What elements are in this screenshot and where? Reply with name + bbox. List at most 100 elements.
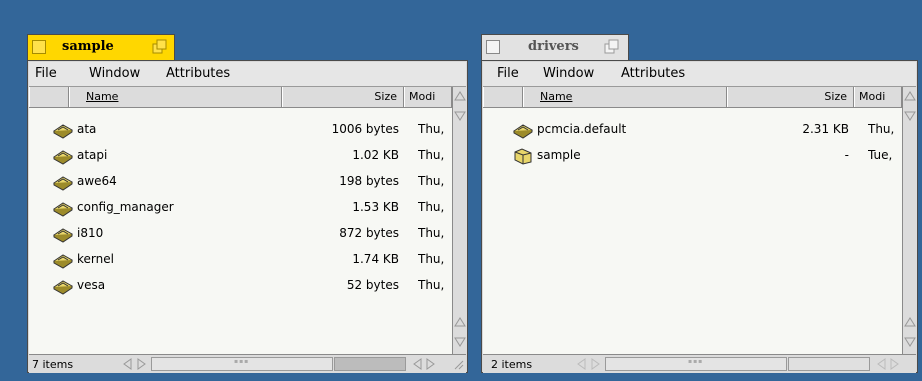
column-modified[interactable]: Modi <box>404 87 452 107</box>
file-size: 198 bytes <box>339 174 399 188</box>
file-name: pcmcia.default <box>537 122 627 136</box>
column-size[interactable]: Size <box>727 87 854 107</box>
scroll-down-icon[interactable] <box>453 335 467 349</box>
column-modified[interactable]: Modi <box>854 87 902 107</box>
scroll-down-icon[interactable] <box>903 335 917 349</box>
file-modified: Thu, <box>418 278 445 292</box>
list-item[interactable]: pcmcia.default 2.31 KB Thu, <box>483 118 902 142</box>
scroll-down-icon[interactable] <box>903 109 917 123</box>
list-item[interactable]: awe64 198 bytes Thu, <box>29 170 452 194</box>
column-name[interactable]: Name <box>523 87 727 107</box>
file-size: 52 bytes <box>346 278 399 292</box>
scroll-right-icon[interactable] <box>136 357 148 371</box>
driver-file-icon <box>53 228 73 243</box>
scroll-down-icon[interactable] <box>453 109 467 123</box>
column-header: Name Size Modi <box>483 87 902 108</box>
column-spacer <box>29 87 69 107</box>
window-tab-drivers[interactable]: drivers <box>481 34 629 60</box>
resize-grip-icon[interactable] <box>452 358 464 370</box>
grip-dots-icon: ▪▪▪ <box>234 358 250 365</box>
item-count: 7 items <box>32 358 74 371</box>
file-name: sample <box>537 148 581 162</box>
menu-bar: File Window Attributes <box>29 62 466 87</box>
menu-attributes[interactable]: Attributes <box>621 66 685 81</box>
file-modified: Tue, <box>868 148 893 162</box>
menu-file[interactable]: File <box>35 66 57 81</box>
driver-file-icon <box>53 254 73 269</box>
menu-window[interactable]: Window <box>543 66 594 81</box>
scroll-left-icon[interactable] <box>411 357 423 371</box>
file-modified: Thu, <box>418 252 445 266</box>
file-modified: Thu, <box>868 122 895 136</box>
file-list: ata 1006 bytes Thu, atapi 1.02 KB Thu, a… <box>29 108 452 354</box>
column-spacer <box>483 87 523 107</box>
file-name: awe64 <box>77 174 117 188</box>
list-item[interactable]: config_manager 1.53 KB Thu, <box>29 196 452 220</box>
file-name: i810 <box>77 226 104 240</box>
file-modified: Thu, <box>418 122 445 136</box>
file-modified: Thu, <box>418 226 445 240</box>
scroll-right-icon[interactable] <box>889 357 901 371</box>
status-bar: 2 items ▪▪▪ <box>483 354 916 373</box>
scroll-up-icon[interactable] <box>903 315 917 329</box>
file-name: ata <box>77 122 97 136</box>
item-count: 2 items <box>491 358 533 371</box>
list-item[interactable]: ata 1006 bytes Thu, <box>29 118 452 142</box>
file-size: 872 bytes <box>339 226 399 240</box>
scroll-right-icon[interactable] <box>590 357 602 371</box>
list-item[interactable]: atapi 1.02 KB Thu, <box>29 144 452 168</box>
scroll-up-icon[interactable] <box>903 89 917 103</box>
scroll-up-icon[interactable] <box>453 315 467 329</box>
menu-bar: File Window Attributes <box>483 62 916 87</box>
file-name: atapi <box>77 148 108 162</box>
file-window-drivers: File Window Attributes Name Size Modi pc… <box>481 60 918 373</box>
window-title: sample <box>62 39 114 54</box>
window-tab-sample[interactable]: sample <box>27 34 175 60</box>
file-list: pcmcia.default 2.31 KB Thu, sample - Tue… <box>483 108 902 354</box>
list-item[interactable]: vesa 52 bytes Thu, <box>29 274 452 298</box>
zoom-icon[interactable] <box>152 39 168 55</box>
file-size: 1.53 KB <box>352 200 399 214</box>
file-name: config_manager <box>77 200 174 214</box>
file-size: 1006 bytes <box>331 122 399 136</box>
file-size: - <box>844 148 849 162</box>
zoom-icon[interactable] <box>604 39 620 55</box>
file-size: 2.31 KB <box>802 122 849 136</box>
driver-file-icon <box>513 124 533 139</box>
file-modified: Thu, <box>418 174 445 188</box>
driver-file-icon <box>53 176 73 191</box>
scroll-left-icon[interactable] <box>121 357 133 371</box>
menu-file[interactable]: File <box>497 66 519 81</box>
grip-dots-icon: ▪▪▪ <box>688 358 704 365</box>
scroll-right-icon[interactable] <box>425 357 437 371</box>
file-modified: Thu, <box>418 200 445 214</box>
file-window-sample: File Window Attributes Name Size Modi at… <box>27 60 468 373</box>
scroll-left-icon[interactable] <box>875 357 887 371</box>
file-size: 1.02 KB <box>352 148 399 162</box>
driver-file-icon <box>53 202 73 217</box>
list-item[interactable]: i810 872 bytes Thu, <box>29 222 452 246</box>
driver-file-icon <box>53 124 73 139</box>
close-box[interactable] <box>486 40 500 54</box>
close-box[interactable] <box>32 40 46 54</box>
menu-window[interactable]: Window <box>89 66 140 81</box>
scroll-up-icon[interactable] <box>453 89 467 103</box>
file-modified: Thu, <box>418 148 445 162</box>
horizontal-scroll-track[interactable] <box>788 357 870 371</box>
column-size[interactable]: Size <box>282 87 404 107</box>
window-title: drivers <box>528 39 579 54</box>
driver-file-icon <box>53 150 73 165</box>
file-name: kernel <box>77 252 114 266</box>
list-item[interactable]: kernel 1.74 KB Thu, <box>29 248 452 272</box>
vertical-scrollbar[interactable] <box>452 87 467 354</box>
menu-attributes[interactable]: Attributes <box>166 66 230 81</box>
file-name: vesa <box>77 278 106 292</box>
driver-file-icon <box>53 280 73 295</box>
scroll-left-icon[interactable] <box>575 357 587 371</box>
vertical-scrollbar[interactable] <box>902 87 917 354</box>
list-item[interactable]: sample - Tue, <box>483 144 902 168</box>
horizontal-scroll-track[interactable] <box>334 357 406 371</box>
status-bar: 7 items ▪▪▪ <box>29 354 466 373</box>
column-name[interactable]: Name <box>69 87 282 107</box>
folder-icon <box>514 148 532 165</box>
